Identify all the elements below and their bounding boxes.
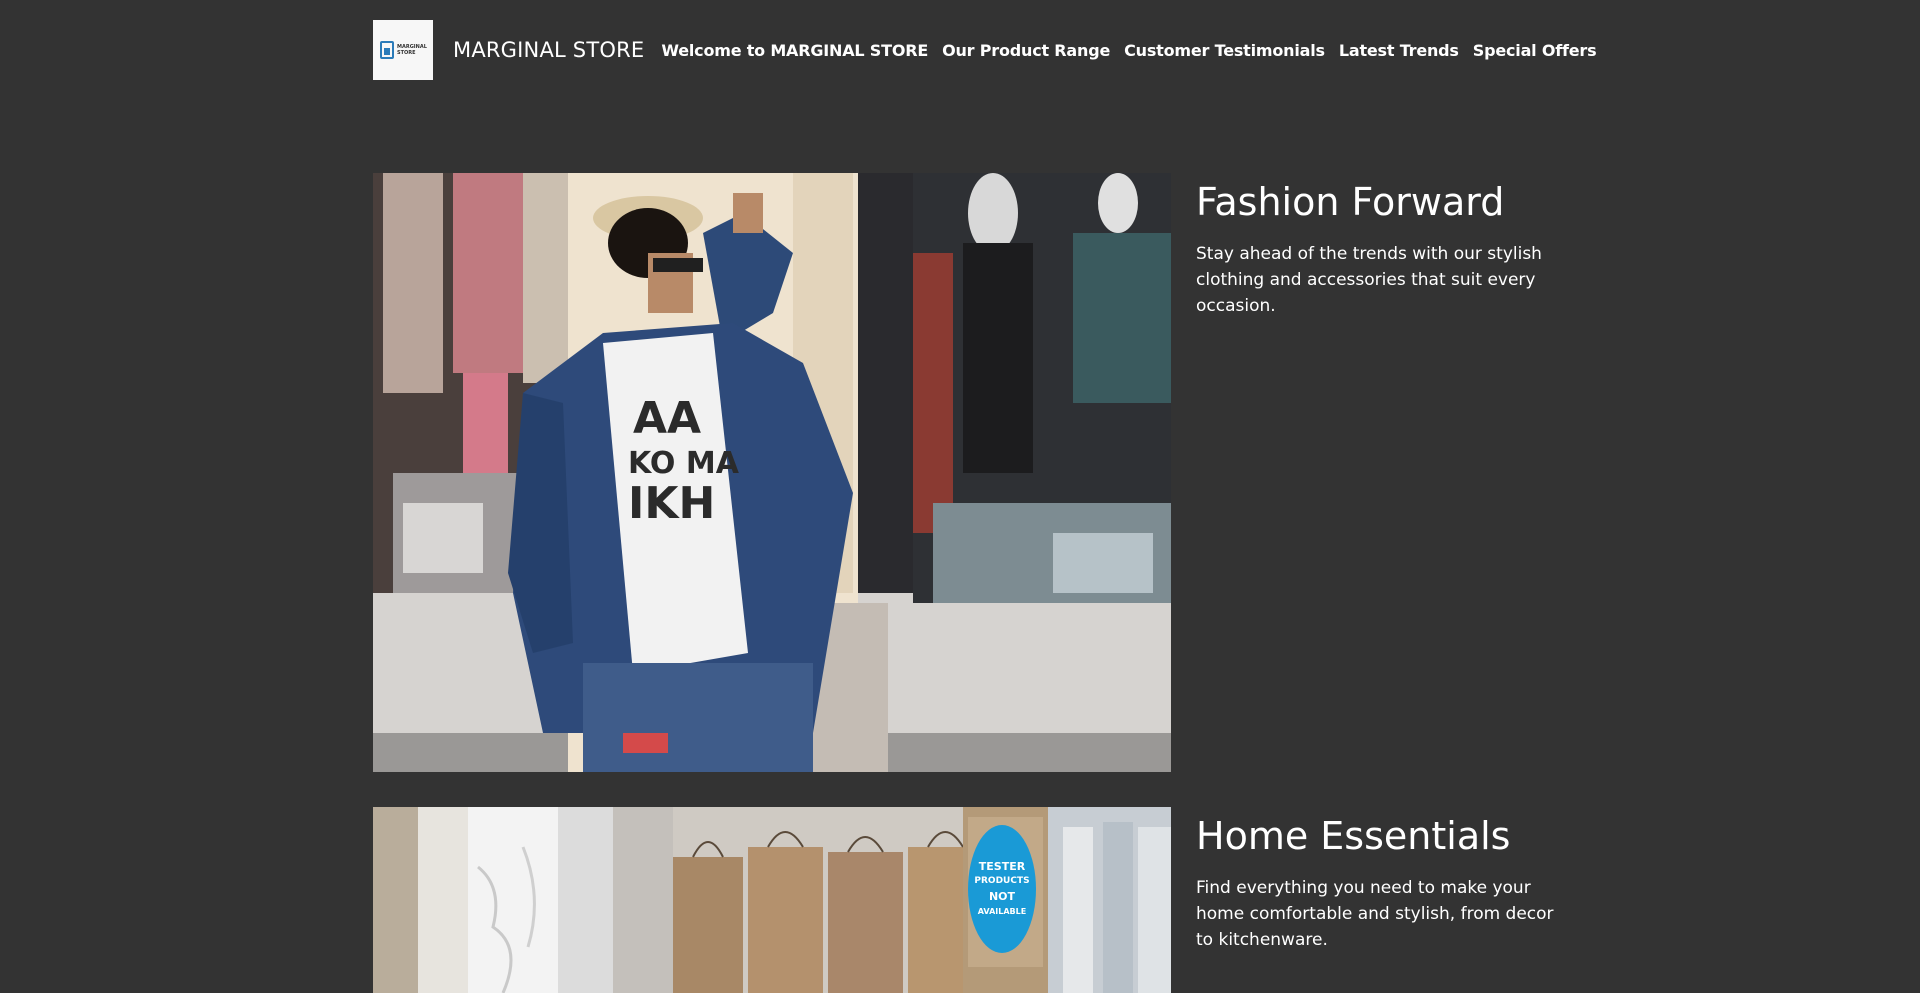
svg-text:KO MA: KO MA (628, 446, 740, 481)
fashion-text: Fashion Forward Stay ahead of the trends… (1196, 173, 1556, 319)
brand-name[interactable]: MARGINAL STORE (453, 38, 644, 62)
fashion-forward-section: AA KO MA IKH Fashion Forward Stay ahead … (373, 173, 1573, 772)
home-text: Home Essentials Find everything you need… (1196, 807, 1556, 953)
sign-line-1: TESTER (978, 860, 1026, 873)
nav-latest-trends[interactable]: Latest Trends (1339, 41, 1459, 60)
logo-wordmark: MARGINAL STORE (397, 44, 427, 56)
home-essentials-section: TESTER PRODUCTS NOT AVAILABLE Home Essen… (373, 807, 1573, 993)
shopping-bag-icon (380, 41, 394, 59)
svg-text:IKH: IKH (628, 478, 715, 529)
nav-special-offers[interactable]: Special Offers (1473, 41, 1597, 60)
sign-line-2: PRODUCTS (974, 876, 1030, 886)
sign-line-3: NOT (988, 890, 1016, 903)
sign-line-4: AVAILABLE (977, 907, 1027, 916)
nav-testimonials[interactable]: Customer Testimonials (1124, 41, 1325, 60)
main-nav: Welcome to MARGINAL STORE Our Product Ra… (661, 41, 1596, 60)
section-title: Home Essentials (1196, 814, 1511, 858)
home-photo: TESTER PRODUCTS NOT AVAILABLE (373, 807, 1171, 993)
page: MARGINAL STORE MARGINAL STORE Welcome to… (0, 0, 1920, 993)
section-description: Find everything you need to make your ho… (1196, 878, 1554, 950)
section-title: Fashion Forward (1196, 180, 1505, 224)
svg-text:AA: AA (633, 393, 701, 444)
store-logo[interactable]: MARGINAL STORE (373, 20, 433, 80)
nav-welcome[interactable]: Welcome to MARGINAL STORE (661, 41, 928, 60)
nav-product-range[interactable]: Our Product Range (942, 41, 1110, 60)
section-description: Stay ahead of the trends with our stylis… (1196, 244, 1542, 316)
fashion-photo: AA KO MA IKH (373, 173, 1171, 772)
logo-text-line-2: STORE (397, 50, 416, 56)
tester-sign: TESTER PRODUCTS NOT AVAILABLE (968, 825, 1036, 953)
site-header: MARGINAL STORE MARGINAL STORE Welcome to… (373, 20, 1597, 80)
